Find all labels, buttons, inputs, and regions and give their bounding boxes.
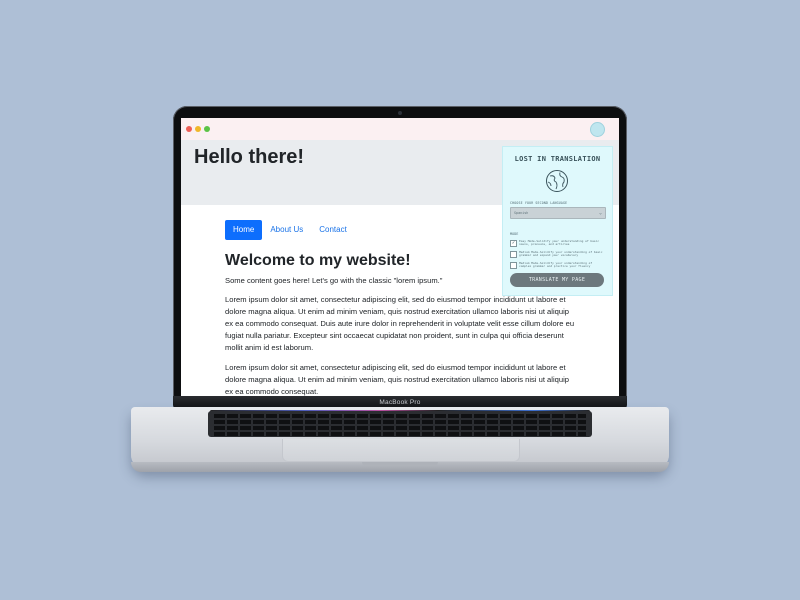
key-row xyxy=(214,420,586,424)
nav-about-us[interactable]: About Us xyxy=(262,220,311,240)
keyboard xyxy=(208,411,592,437)
mode-checkbox-hard[interactable] xyxy=(510,262,517,269)
extension-icon[interactable] xyxy=(590,122,605,137)
camera xyxy=(398,111,402,115)
key-row xyxy=(214,426,586,430)
mode-text-medium: Medium Mode-Solidify your understanding … xyxy=(519,250,603,258)
mode-checkbox-easy[interactable]: ✓ xyxy=(510,240,517,247)
language-label: CHOOSE YOUR SECOND LANGUAGE xyxy=(510,201,568,205)
language-select[interactable]: Spanish ⌄ xyxy=(510,207,606,219)
paragraph-2: Lorem ipsum dolor sit amet, consectetur … xyxy=(225,363,569,396)
lid-notch xyxy=(362,462,438,466)
minimize-window-button[interactable] xyxy=(195,126,201,132)
paragraph-1: Lorem ipsum dolor sit amet, consectetur … xyxy=(225,295,575,352)
key-row xyxy=(214,414,586,418)
mode-text-hard: Medium Mode-Solidify your understanding … xyxy=(519,261,593,269)
maximize-window-button[interactable] xyxy=(204,126,210,132)
translation-extension-panel: LOST IN TRANSLATION CHOOSE YOUR SECOND L… xyxy=(502,146,613,296)
hero-title: Hello there! xyxy=(194,146,305,168)
nav-pills: Home About Us Contact xyxy=(225,220,355,240)
mode-text-easy: Easy Mode-Solidify your understanding of… xyxy=(519,239,600,247)
mode-label: MODE xyxy=(510,232,519,236)
mode-option-easy[interactable]: ✓ Easy Mode-Solidify your understanding … xyxy=(510,239,606,248)
language-value: Spanish xyxy=(514,211,529,215)
nav-home[interactable]: Home xyxy=(225,220,263,240)
mode-option-hard[interactable]: Medium Mode-Solidify your understanding … xyxy=(510,261,606,270)
translate-page-button[interactable]: TRANSLATE MY PAGE xyxy=(510,273,604,287)
mode-checkbox-medium[interactable] xyxy=(510,251,517,258)
nav-contact[interactable]: Contact xyxy=(311,220,355,240)
globe-icon xyxy=(546,170,568,192)
laptop-screen: Hello there! Home About Us Contact Welco… xyxy=(181,118,619,396)
mode-option-medium[interactable]: Medium Mode-Solidify your understanding … xyxy=(510,250,606,259)
chevron-down-icon: ⌄ xyxy=(598,210,602,216)
panel-title: LOST IN TRANSLATION xyxy=(514,155,601,163)
trackpad xyxy=(282,439,520,462)
key-row xyxy=(214,432,586,436)
close-window-button[interactable] xyxy=(186,126,192,132)
browser-toolbar xyxy=(181,118,619,141)
